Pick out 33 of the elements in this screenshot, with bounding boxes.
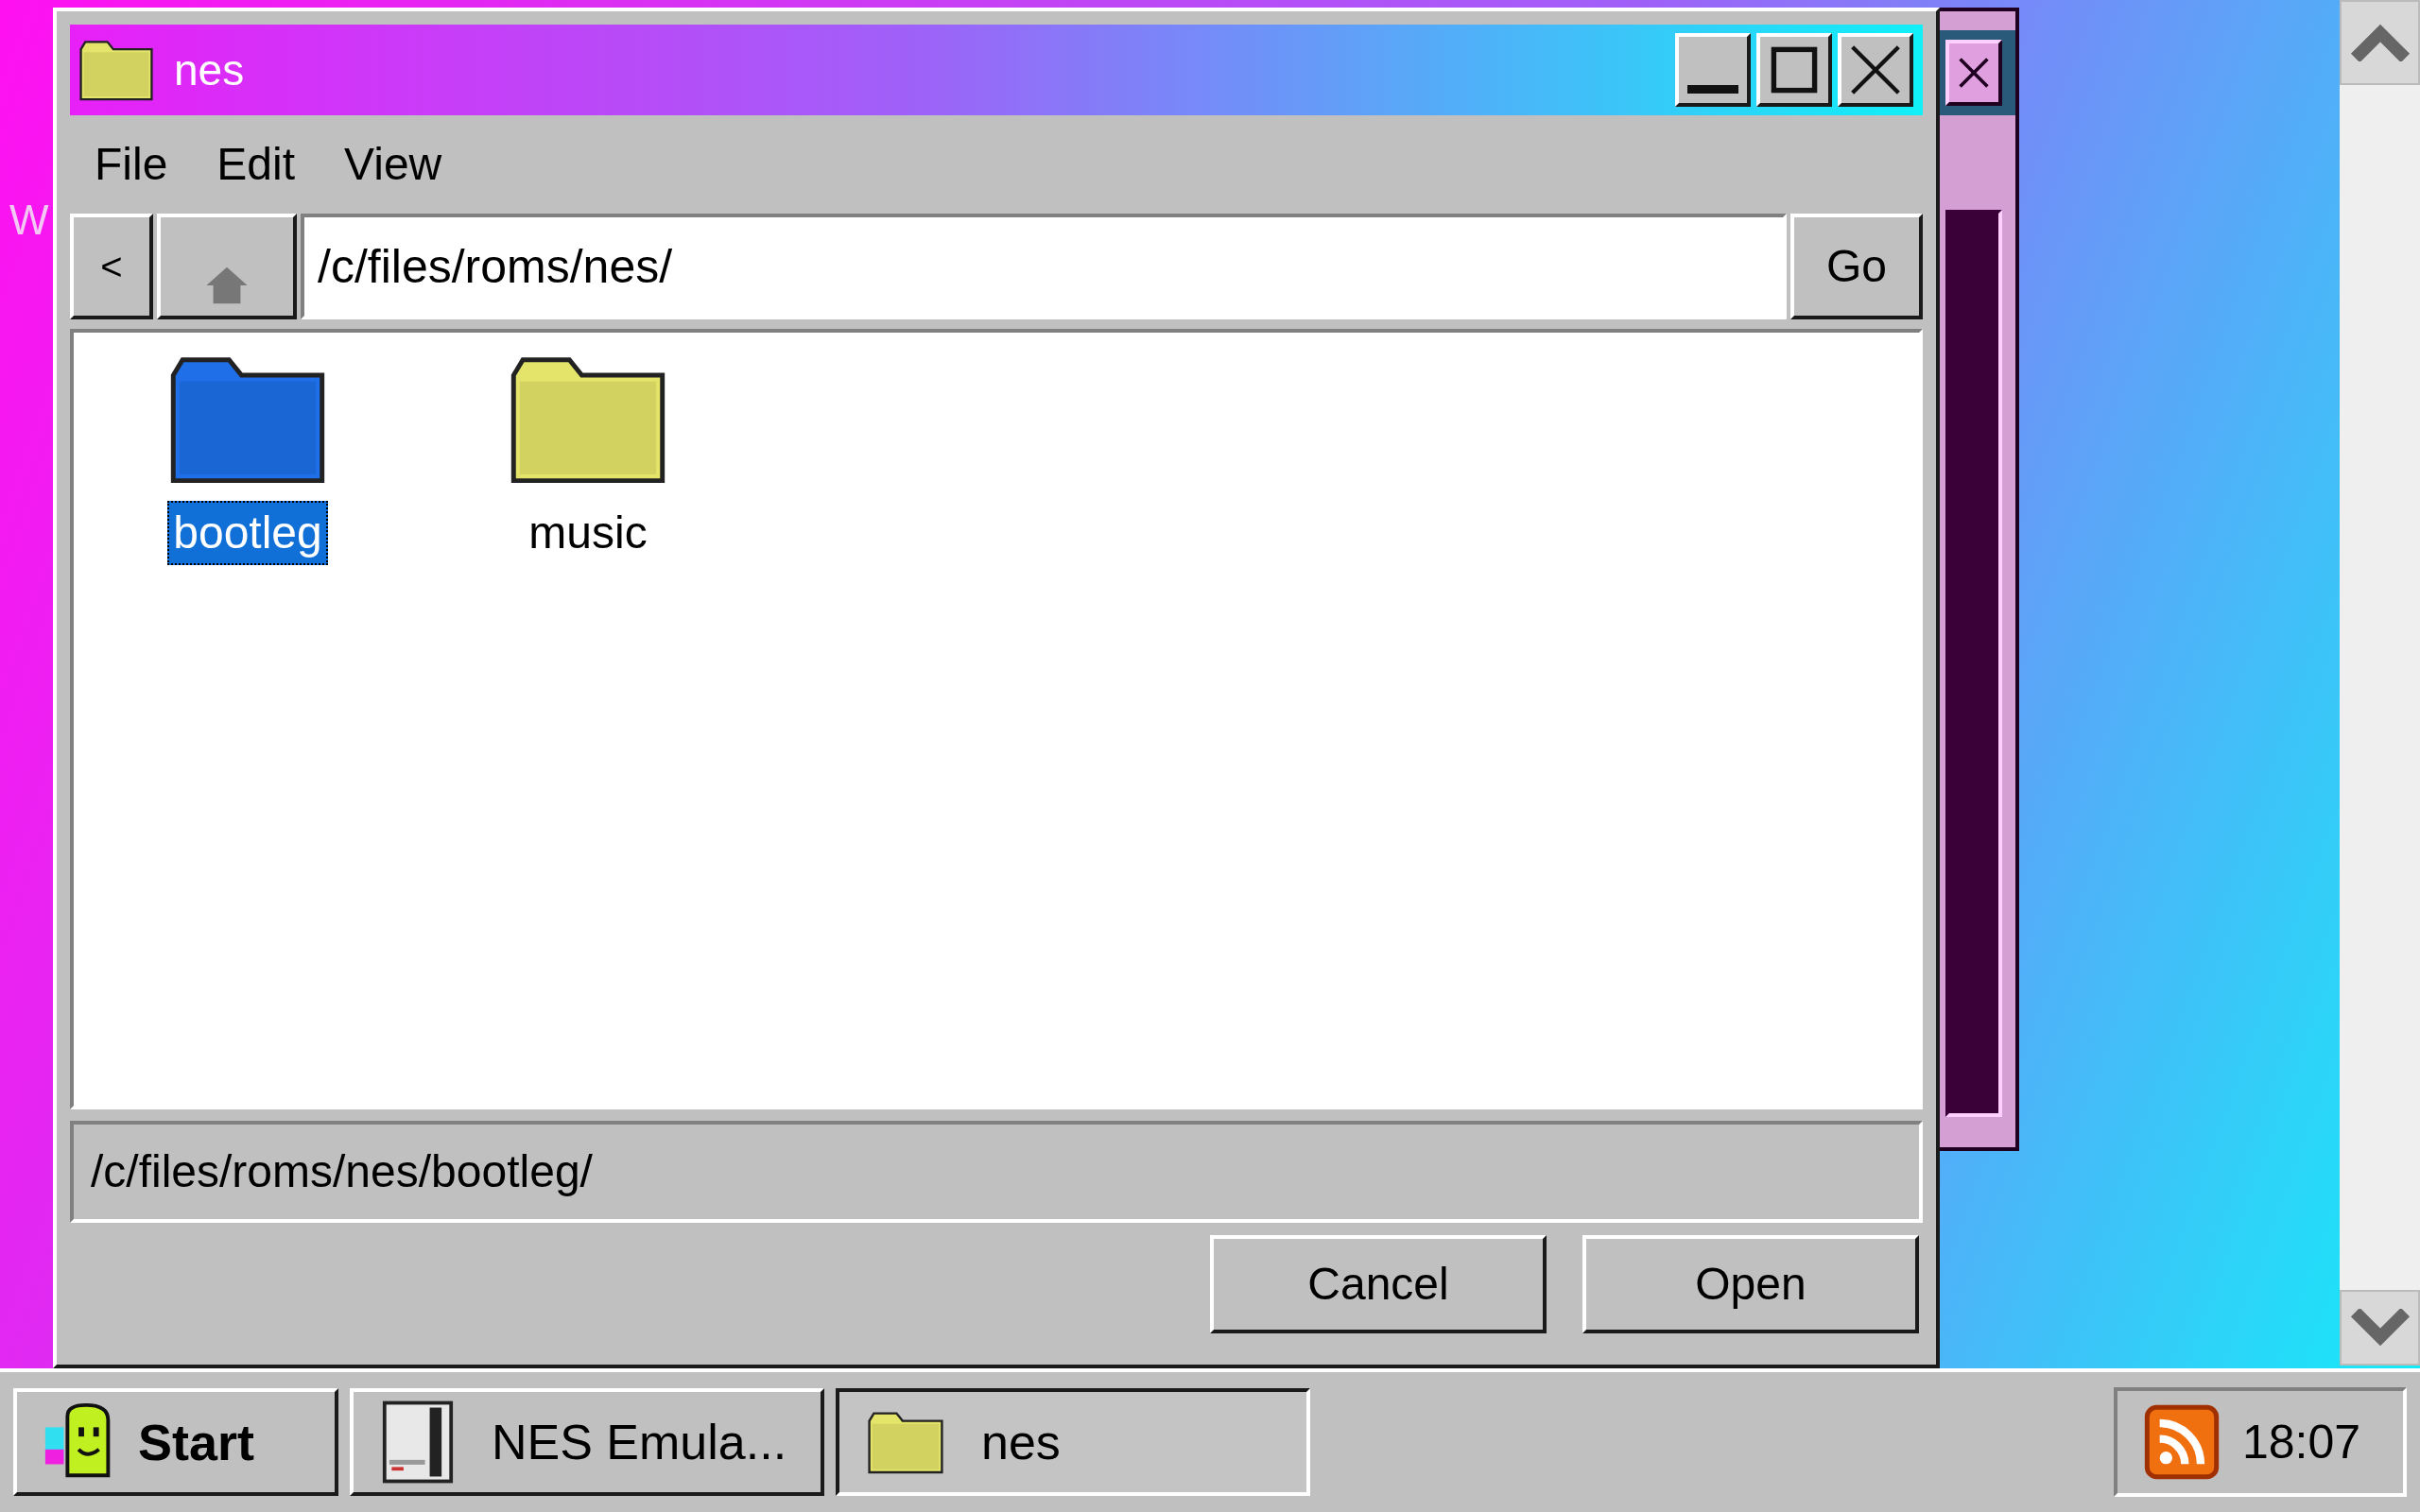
dialog-button[interactable]: Cancel (1210, 1235, 1547, 1333)
maximize-icon (1769, 44, 1820, 95)
home-button[interactable] (157, 214, 297, 319)
file-name[interactable]: music (523, 501, 653, 565)
close-button[interactable] (1945, 40, 2002, 106)
scrollbar[interactable] (2340, 0, 2420, 1366)
minimize-icon (1687, 84, 1738, 94)
console-icon (382, 1400, 454, 1484)
window-title: nes (174, 43, 245, 96)
desktop-icon-label: W (9, 196, 49, 245)
status-field: /c/files/roms/nes/bootleg/ (70, 1121, 1923, 1223)
back-button[interactable]: < (70, 214, 153, 319)
scroll-down-button[interactable] (2340, 1290, 2420, 1366)
taskbar-button[interactable]: nes (836, 1388, 1310, 1496)
file-name[interactable]: bootleg (167, 501, 328, 565)
maximize-button[interactable] (1756, 33, 1832, 107)
start-button[interactable]: Start (13, 1388, 338, 1496)
home-icon (204, 265, 250, 306)
clock: 18:07 (2242, 1414, 2361, 1470)
folder-icon (868, 1410, 943, 1474)
folder-icon (79, 39, 153, 101)
rss-icon (2144, 1404, 2220, 1480)
dialog-button[interactable]: Open (1582, 1235, 1919, 1333)
address-field[interactable]: /c/files/roms/nes/ (301, 214, 1787, 319)
menu-item[interactable]: Edit (216, 130, 296, 198)
close-icon (1957, 56, 1991, 90)
menu-item[interactable]: File (95, 130, 168, 198)
taskbar-button[interactable]: NES Emula... (350, 1388, 824, 1496)
go-button[interactable]: Go (1790, 214, 1923, 319)
menu-item[interactable]: View (344, 130, 442, 198)
minimize-button[interactable] (1675, 33, 1751, 107)
close-icon (1850, 44, 1901, 95)
scroll-up-button[interactable] (2340, 0, 2420, 85)
